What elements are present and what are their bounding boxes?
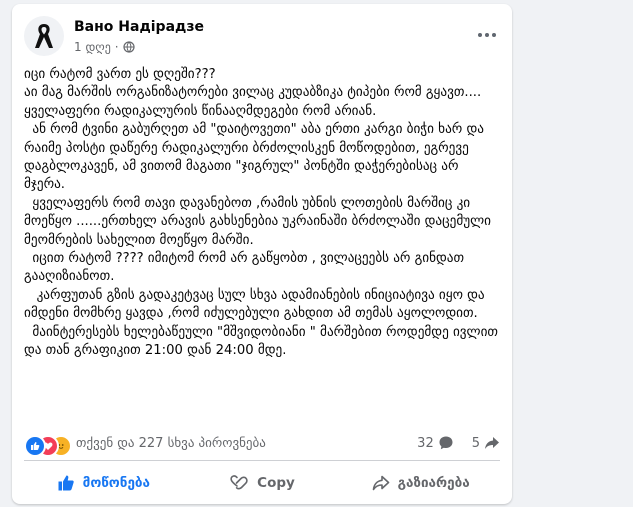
share-button-label: გაზიარება <box>397 475 470 491</box>
post-paragraph: მაინტერესებს ხელებაწეული "მშვიდობიანი " … <box>24 324 503 359</box>
post-meta: 1 დღე · <box>74 40 135 54</box>
share-button[interactable]: გაზიარება <box>341 466 500 500</box>
comments-count: 32 <box>417 435 434 451</box>
meta-separator: · <box>114 40 119 54</box>
stats-divider <box>24 460 500 461</box>
post-paragraph: იცი რატომ ვართ ეს დღეში??? აი მაგ მარშის… <box>24 67 482 119</box>
comment-bubble-icon <box>439 436 453 450</box>
post-stats: თქვენ და 227 სხვა პიროვნება 32 5 <box>24 432 500 458</box>
post-paragraph: ან რომ ტვინი გაბურღეთ ამ "დაიტოვეთი" აბა… <box>24 122 489 193</box>
globe-icon <box>123 41 135 53</box>
post-paragraph: კარფუთან გზის გადაკეტვაც სულ სხვა ადამია… <box>24 287 489 322</box>
share-icon <box>372 475 389 491</box>
share-arrow-icon <box>485 437 499 449</box>
more-dot-icon <box>485 33 489 37</box>
post-paragraph: იცით რატომ ???? იმიტომ რომ არ გაწყობთ , … <box>24 251 469 285</box>
post-actions: მოწონება Copy გაზიარება <box>24 466 500 500</box>
mourning-ribbon-icon <box>35 24 53 48</box>
comments-count-button[interactable]: 32 <box>417 435 454 451</box>
reaction-icons[interactable] <box>24 435 72 457</box>
reactions-summary[interactable]: თქვენ და 227 სხვა პიროვნება <box>76 436 266 451</box>
more-dot-icon <box>492 33 496 37</box>
post-paragraph: ყველაფერს რომ თავი დავანებოთ ,რამის უბნი… <box>24 195 496 248</box>
copy-button-label: Copy <box>257 475 295 491</box>
post-body: იცი რატომ ვართ ეს დღეში??? აი მაგ მარშის… <box>24 66 500 361</box>
engagement-counts: 32 5 <box>405 435 500 451</box>
author-name[interactable]: Вано Надірадзе <box>74 19 204 35</box>
shares-count-button[interactable]: 5 <box>472 435 500 451</box>
like-button-label: მოწონება <box>82 475 151 491</box>
avatar[interactable] <box>24 16 64 56</box>
like-reaction-icon <box>24 435 46 457</box>
copy-icon <box>230 475 248 490</box>
post-header: Вано Надірадзе 1 დღე · <box>24 16 500 60</box>
more-options-button[interactable] <box>474 22 500 48</box>
more-dot-icon <box>478 33 482 37</box>
thumbs-up-icon <box>58 475 74 491</box>
like-button[interactable]: მოწონება <box>24 466 183 500</box>
post-time[interactable]: 1 დღე <box>74 40 111 54</box>
copy-button[interactable]: Copy <box>183 466 342 500</box>
post-card: Вано Надірадзе 1 დღე · იცი რატომ ვართ ეს… <box>12 4 512 504</box>
shares-count: 5 <box>471 435 480 451</box>
